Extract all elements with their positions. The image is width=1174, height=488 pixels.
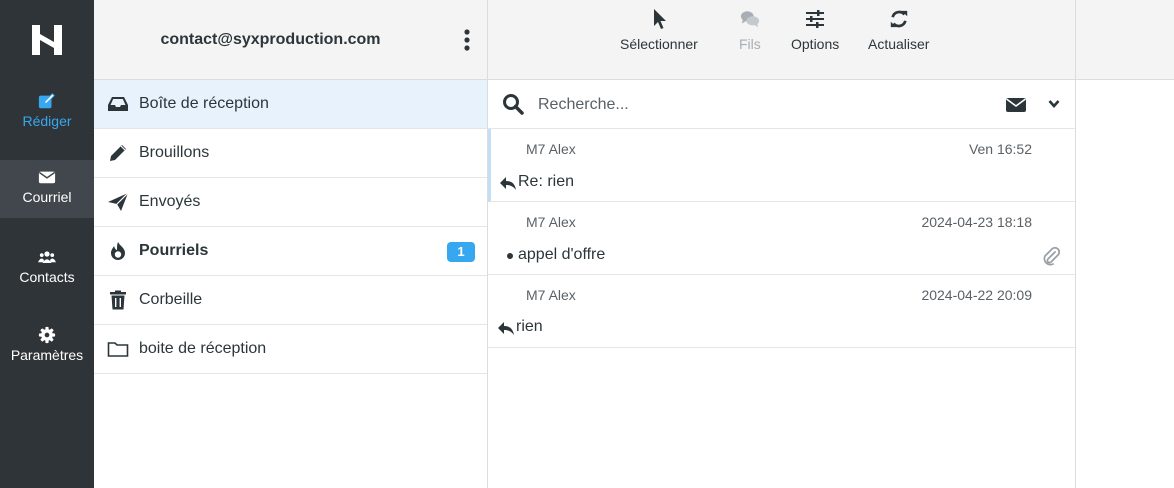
nav-contacts[interactable]: Contacts bbox=[0, 240, 94, 298]
folder-label: Pourriels bbox=[139, 242, 209, 259]
folder-label: Boîte de réception bbox=[139, 95, 269, 112]
folder-custom[interactable]: boite de réception bbox=[94, 325, 487, 374]
app-logo[interactable] bbox=[0, 0, 94, 80]
paper-plane-icon bbox=[108, 192, 129, 211]
nav-contacts-label: Contacts bbox=[19, 269, 75, 285]
select-label: Sélectionner bbox=[620, 36, 698, 52]
search-input[interactable] bbox=[536, 92, 920, 118]
comments-icon bbox=[740, 11, 759, 28]
message-subject: Re: rien bbox=[518, 173, 575, 190]
envelope-filter-icon[interactable] bbox=[1006, 97, 1026, 113]
folder-drafts[interactable]: Brouillons bbox=[94, 129, 487, 178]
folder-label: Corbeille bbox=[139, 291, 203, 308]
nav-settings-label: Paramètres bbox=[10, 347, 84, 363]
folder-inbox[interactable]: Boîte de réception bbox=[94, 80, 487, 129]
nav-compose[interactable]: Rédiger bbox=[0, 84, 94, 142]
cursor-icon bbox=[653, 9, 666, 29]
users-icon bbox=[38, 251, 56, 263]
message-date: Ven 16:52 bbox=[968, 141, 1032, 157]
message-row[interactable]: M7 Alex Ven 16:52 Re: rien bbox=[488, 129, 1076, 202]
sliders-icon bbox=[806, 10, 825, 28]
unread-dot-icon bbox=[507, 253, 513, 259]
reply-icon bbox=[500, 177, 516, 190]
message-subject: appel d'offre bbox=[518, 246, 606, 263]
refresh-icon bbox=[890, 10, 907, 28]
threads-label: Fils bbox=[739, 36, 761, 52]
paperclip-icon bbox=[1043, 246, 1060, 266]
nav-compose-label: Rédiger bbox=[22, 113, 72, 129]
unread-count-badge: 1 bbox=[447, 242, 475, 262]
folder-label: Envoyés bbox=[139, 193, 201, 210]
folder-icon bbox=[107, 342, 129, 357]
message-row[interactable]: M7 Alex 2024-04-22 20:09 rien bbox=[488, 275, 1076, 348]
message-row[interactable]: M7 Alex 2024-04-23 18:18 appel d'offre bbox=[488, 202, 1076, 275]
envelope-icon bbox=[38, 171, 56, 184]
select-button[interactable]: Sélectionner bbox=[620, 8, 698, 52]
message-subject: rien bbox=[516, 318, 543, 335]
refresh-button[interactable]: Actualiser bbox=[868, 8, 929, 52]
message-list-pane: Sélectionner Fils Options Actualiser Rec… bbox=[488, 0, 1076, 488]
message-date: 2024-04-23 18:18 bbox=[921, 214, 1032, 230]
search-icon[interactable] bbox=[502, 93, 524, 115]
account-email[interactable]: contact@syxproduction.com bbox=[94, 31, 447, 49]
pencil-icon bbox=[110, 145, 126, 161]
chevron-down-icon[interactable] bbox=[1048, 99, 1060, 109]
logo-icon bbox=[32, 25, 62, 55]
fire-icon bbox=[111, 242, 125, 260]
message-sender: M7 Alex bbox=[526, 141, 576, 157]
nav-rail: Rédiger Courriel Contacts Paramètres bbox=[0, 0, 94, 488]
inbox-icon bbox=[108, 97, 128, 111]
account-header: contact@syxproduction.com bbox=[94, 0, 487, 80]
folder-sent[interactable]: Envoyés bbox=[94, 178, 487, 227]
message-date: 2024-04-22 20:09 bbox=[921, 287, 1032, 303]
gear-icon bbox=[38, 326, 56, 344]
nav-mail-label: Courriel bbox=[22, 189, 72, 205]
trash-icon bbox=[110, 290, 126, 310]
threads-button[interactable]: Fils bbox=[739, 8, 761, 52]
folder-spam[interactable]: Pourriels 1 bbox=[94, 227, 487, 276]
nav-mail[interactable]: Courriel bbox=[0, 160, 94, 218]
message-sender: M7 Alex bbox=[526, 287, 576, 303]
folder-trash[interactable]: Corbeille bbox=[94, 276, 487, 325]
folder-label: boite de réception bbox=[139, 340, 267, 357]
folder-pane: contact@syxproduction.com Boîte de récep… bbox=[94, 0, 487, 488]
message-sender: M7 Alex bbox=[526, 214, 576, 230]
search-bar bbox=[488, 80, 1076, 129]
toolbar: Sélectionner Fils Options Actualiser bbox=[488, 0, 1076, 80]
compose-icon bbox=[38, 93, 55, 109]
kebab-menu-icon[interactable] bbox=[463, 28, 471, 52]
options-button[interactable]: Options bbox=[791, 8, 839, 52]
message-preview-pane bbox=[1076, 0, 1174, 488]
nav-settings[interactable]: Paramètres bbox=[0, 318, 94, 376]
reply-icon bbox=[498, 322, 514, 335]
folder-label: Brouillons bbox=[139, 144, 210, 161]
preview-toolbar bbox=[1076, 0, 1174, 80]
options-label: Options bbox=[791, 36, 840, 52]
refresh-label: Actualiser bbox=[868, 36, 930, 52]
